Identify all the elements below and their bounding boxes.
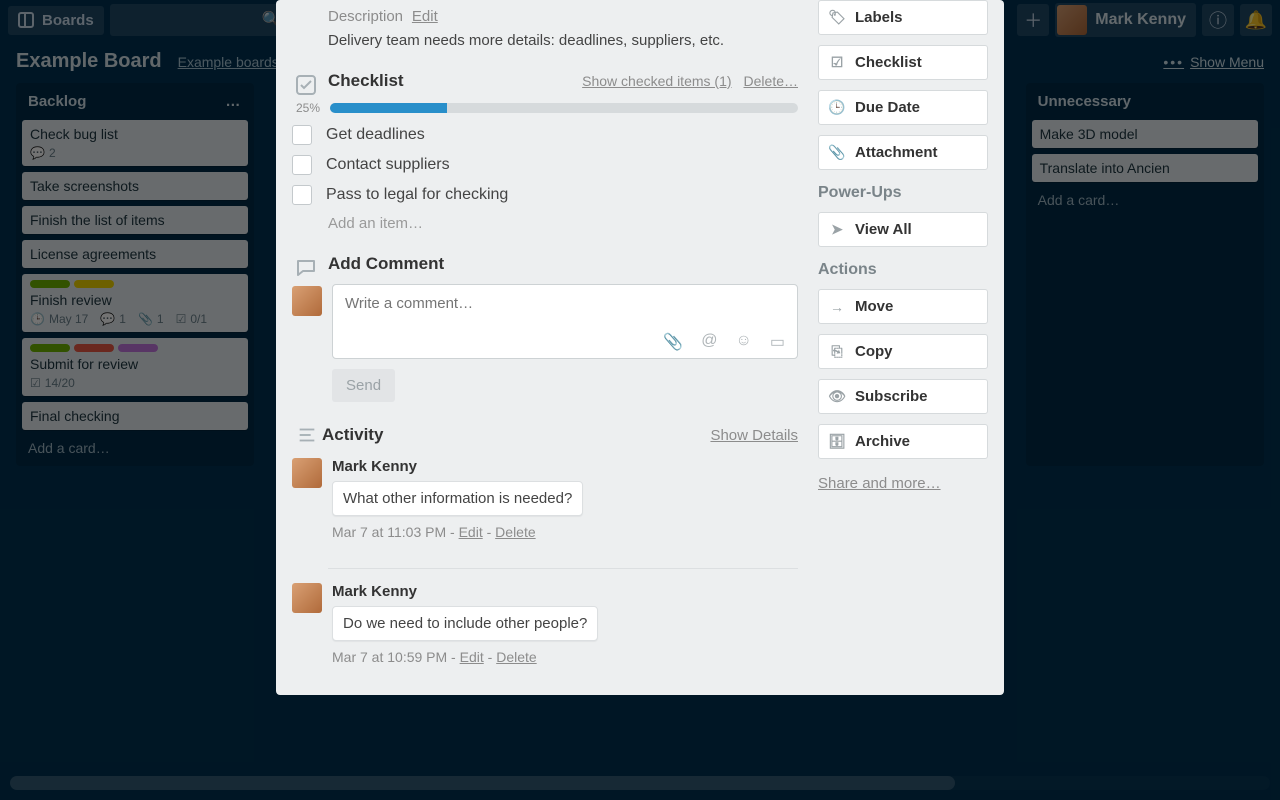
checkbox[interactable]: [292, 125, 312, 145]
archive-icon: 🗄: [829, 433, 845, 450]
card-modal: Description Edit Delivery team needs mor…: [276, 0, 1004, 695]
checklist-item-text: Pass to legal for checking: [326, 186, 508, 204]
activity-item: Mark Kenny What other information is nee…: [292, 458, 798, 540]
edit-link[interactable]: Edit: [460, 649, 484, 665]
activity-comment: Do we need to include other people?: [332, 606, 598, 641]
activity-icon: [292, 424, 322, 446]
share-link[interactable]: Share and more…: [818, 475, 988, 492]
comment-icon: [294, 256, 318, 285]
eye-icon: 👁: [829, 388, 845, 405]
delete-checklist-link[interactable]: Delete…: [744, 73, 798, 89]
avatar: [292, 583, 322, 613]
description-label: Description: [328, 8, 403, 25]
copy-icon: ⎘: [829, 343, 845, 360]
avatar: [292, 286, 322, 316]
tag-icon: 🏷: [829, 9, 845, 26]
mention-icon[interactable]: @: [701, 332, 717, 352]
move-button[interactable]: →Move: [818, 289, 988, 324]
add-comment-title: Add Comment: [328, 254, 798, 274]
add-comment-section: Add Comment 📎 @ ☺ ▭ S: [328, 254, 798, 402]
edit-link[interactable]: Edit: [459, 524, 483, 540]
copy-button[interactable]: ⎘Copy: [818, 334, 988, 369]
activity-title: Activity: [322, 425, 710, 445]
attachment-button[interactable]: 📎Attachment: [818, 135, 988, 170]
labels-button[interactable]: 🏷Labels: [818, 0, 988, 35]
send-button[interactable]: Send: [332, 369, 395, 402]
checklist-item[interactable]: Get deadlines: [292, 125, 798, 145]
card-icon[interactable]: ▭: [770, 332, 785, 352]
checklist-item-text: Get deadlines: [326, 126, 425, 144]
description-section: Description Edit Delivery team needs mor…: [328, 8, 798, 49]
checklist-icon: [294, 73, 318, 102]
checklist-item-text: Contact suppliers: [326, 156, 450, 174]
activity-meta: Mar 7 at 10:59 PM - Edit - Delete: [332, 649, 798, 665]
arrow-right-icon: →: [829, 299, 845, 315]
attach-icon[interactable]: 📎: [663, 332, 683, 352]
activity-meta: Mar 7 at 11:03 PM - Edit - Delete: [332, 524, 798, 540]
show-details-link[interactable]: Show Details: [710, 427, 798, 444]
comment-input[interactable]: [345, 295, 785, 312]
due-date-button[interactable]: 🕒Due Date: [818, 90, 988, 125]
powerups-heading: Power-Ups: [818, 184, 988, 202]
checklist-button[interactable]: ☑Checklist: [818, 45, 988, 80]
checkbox[interactable]: [292, 185, 312, 205]
activity-author[interactable]: Mark Kenny: [332, 583, 798, 600]
avatar: [292, 458, 322, 488]
subscribe-button[interactable]: 👁Subscribe: [818, 379, 988, 414]
arrow-icon: ➤: [829, 221, 845, 238]
show-checked-link[interactable]: Show checked items (1): [582, 73, 731, 89]
actions-heading: Actions: [818, 261, 988, 279]
add-checklist-item[interactable]: Add an item…: [328, 215, 798, 232]
view-all-button[interactable]: ➤View All: [818, 212, 988, 247]
attach-icon: 📎: [829, 144, 845, 161]
activity-author[interactable]: Mark Kenny: [332, 458, 798, 475]
delete-link[interactable]: Delete: [495, 524, 535, 540]
checklist-percent: 25%: [292, 101, 320, 115]
card-sidebar: 🏷Labels ☑Checklist 🕒Due Date 📎Attachment…: [818, 0, 988, 675]
divider: [328, 568, 798, 569]
description-edit-link[interactable]: Edit: [412, 8, 438, 25]
archive-button[interactable]: 🗄Archive: [818, 424, 988, 459]
activity-section: Activity Show Details Mark Kenny What ot…: [328, 424, 798, 665]
checklist-item[interactable]: Contact suppliers: [292, 155, 798, 175]
checkbox[interactable]: [292, 155, 312, 175]
checklist-section: Checklist Show checked items (1) Delete……: [328, 71, 798, 232]
description-text[interactable]: Delivery team needs more details: deadli…: [328, 32, 798, 49]
checklist-progress: [330, 103, 798, 113]
checklist-item[interactable]: Pass to legal for checking: [292, 185, 798, 205]
checklist-title[interactable]: Checklist: [328, 71, 404, 91]
comment-input-box[interactable]: 📎 @ ☺ ▭: [332, 284, 798, 359]
activity-comment: What other information is needed?: [332, 481, 583, 516]
clock-icon: 🕒: [829, 99, 845, 116]
delete-link[interactable]: Delete: [496, 649, 536, 665]
checklist-icon: ☑: [829, 54, 845, 71]
activity-item: Mark Kenny Do we need to include other p…: [292, 583, 798, 665]
emoji-icon[interactable]: ☺: [736, 332, 752, 352]
